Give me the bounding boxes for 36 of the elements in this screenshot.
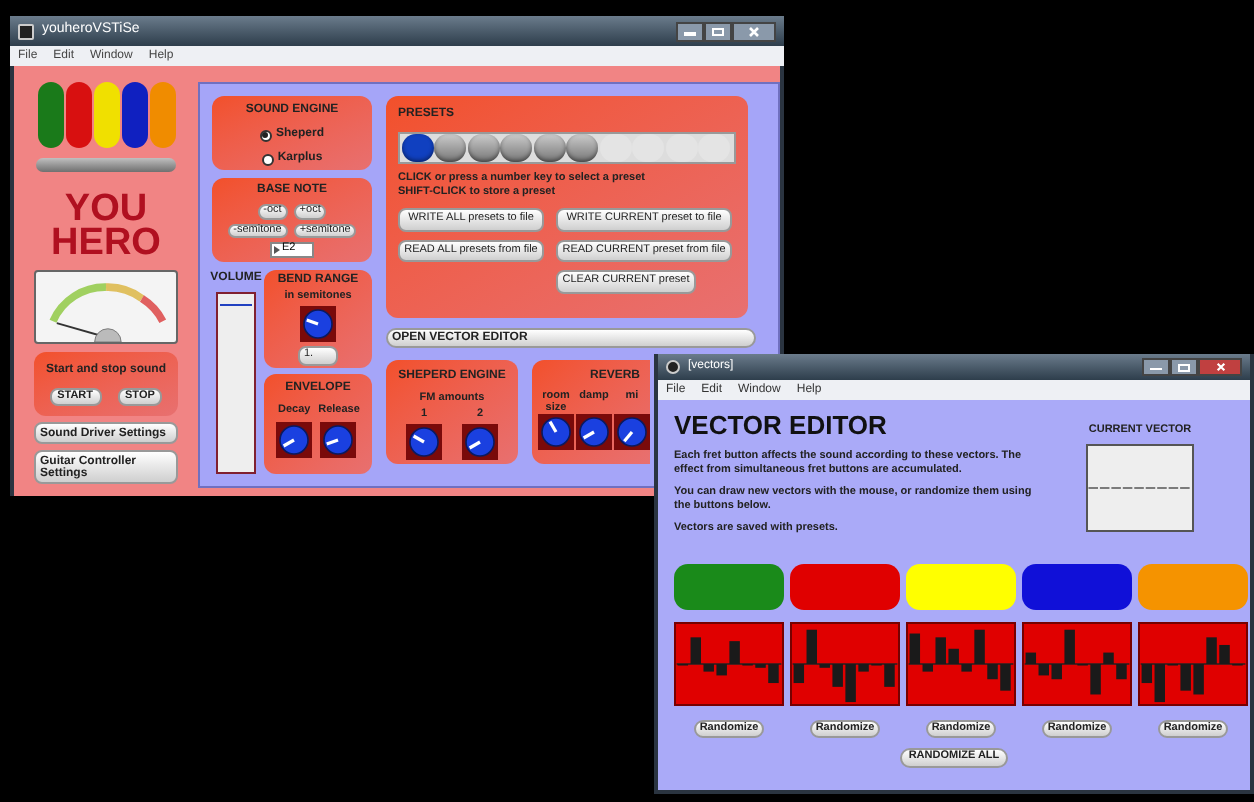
preset-slot[interactable] xyxy=(566,134,598,162)
vector-graph[interactable] xyxy=(906,621,1016,705)
preset-slot[interactable] xyxy=(434,134,466,162)
preset-slot[interactable] xyxy=(533,134,565,162)
knob[interactable] xyxy=(406,423,442,459)
vector-graph[interactable] xyxy=(1138,621,1248,705)
fret-button[interactable] xyxy=(121,82,147,148)
knob[interactable] xyxy=(538,414,574,450)
app-icon xyxy=(18,23,34,39)
minimize-icon[interactable] xyxy=(1142,358,1170,376)
close-icon[interactable] xyxy=(732,21,776,41)
knob[interactable] xyxy=(300,306,336,343)
editor-heading: VECTOR EDITOR xyxy=(674,410,889,440)
preset-slot[interactable] xyxy=(467,134,499,162)
knob[interactable] xyxy=(576,414,612,450)
vector-graph[interactable] xyxy=(674,621,784,705)
logo: YOU HERO xyxy=(51,192,161,260)
close-icon[interactable] xyxy=(1198,358,1242,376)
app-icon xyxy=(666,360,680,374)
meter-gauge xyxy=(34,270,178,344)
caret-icon xyxy=(274,245,280,254)
minimize-icon[interactable] xyxy=(676,21,704,41)
knob[interactable] xyxy=(276,422,313,459)
current-vector-graph xyxy=(1086,444,1194,533)
fret-button[interactable] xyxy=(1022,563,1132,609)
knob[interactable] xyxy=(462,423,498,459)
vector-graph[interactable] xyxy=(790,621,900,705)
knob[interactable] xyxy=(320,422,357,459)
knob[interactable] xyxy=(614,414,650,450)
strum-bar[interactable] xyxy=(36,158,176,172)
preset-slot[interactable] xyxy=(401,134,433,162)
maximize-icon[interactable] xyxy=(1170,358,1198,376)
vector-graph[interactable] xyxy=(1022,621,1132,705)
preset-slot[interactable] xyxy=(500,134,532,162)
volume-slider[interactable] xyxy=(216,292,256,474)
maximize-icon[interactable] xyxy=(704,21,732,41)
